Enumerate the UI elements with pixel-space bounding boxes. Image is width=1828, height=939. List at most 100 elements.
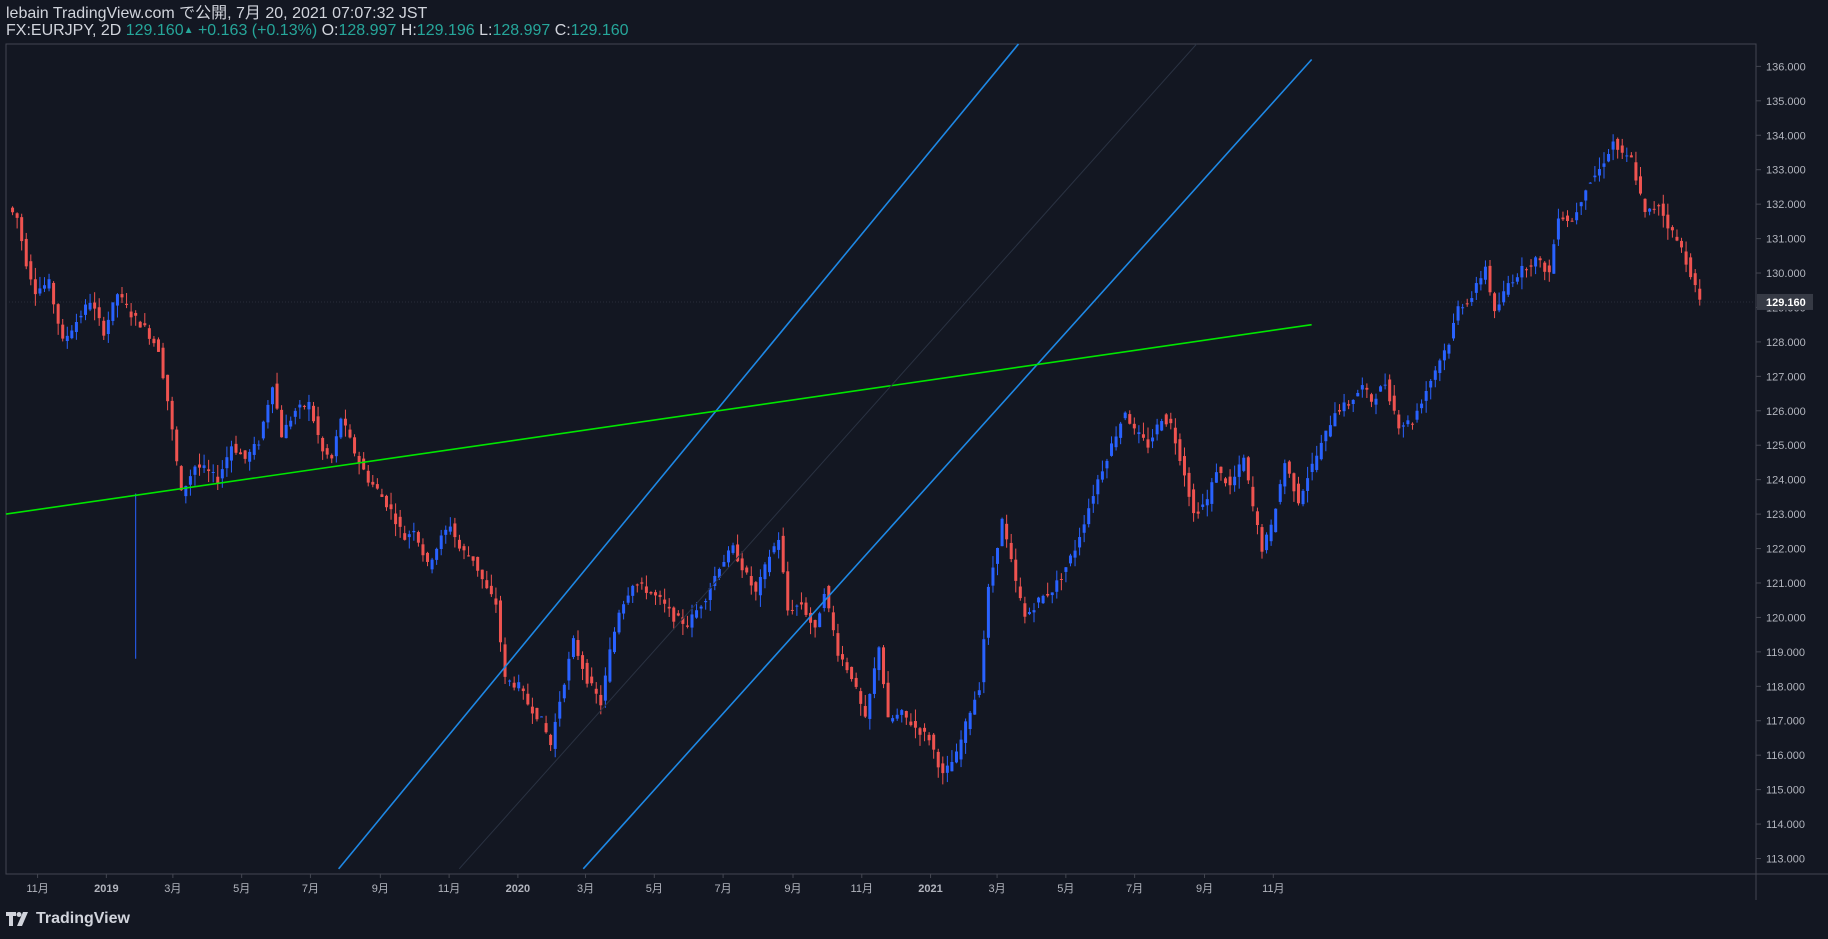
- tradingview-logo-icon: [6, 912, 28, 926]
- candle-body: [1274, 508, 1278, 533]
- candle-body: [316, 416, 320, 436]
- candle-body: [1670, 227, 1674, 231]
- candle-body: [188, 476, 192, 485]
- candle-body: [448, 526, 452, 532]
- candle-body: [676, 613, 680, 616]
- candle-body: [1420, 403, 1424, 409]
- candle-body: [1219, 466, 1223, 474]
- candle-body: [280, 409, 284, 438]
- candle-body: [1105, 460, 1109, 469]
- candle-body: [1689, 257, 1693, 278]
- candle-body: [512, 682, 516, 688]
- candle-body: [312, 405, 316, 422]
- candle-body: [977, 690, 981, 696]
- candle-body: [631, 585, 635, 596]
- candle-body: [24, 238, 28, 267]
- candle-body: [530, 706, 534, 714]
- candle-body: [1338, 410, 1342, 412]
- candle-body: [1009, 542, 1013, 560]
- candle-body: [1068, 555, 1072, 564]
- candle-body: [1000, 518, 1004, 547]
- candle-body: [489, 585, 493, 595]
- candle-body: [1684, 251, 1688, 265]
- candle-body: [603, 675, 607, 701]
- candle-body: [156, 339, 160, 352]
- candle-body: [722, 561, 726, 567]
- candle-body: [88, 302, 92, 310]
- candle-body: [485, 580, 489, 589]
- candle-body: [617, 612, 621, 633]
- price-tick-label: 132.000: [1766, 199, 1806, 211]
- candle-body: [1151, 437, 1155, 442]
- candle-body: [1497, 304, 1501, 311]
- candle-body: [339, 418, 343, 438]
- candle-body: [1091, 496, 1095, 504]
- candle-body: [1593, 175, 1597, 178]
- candle-body: [1278, 484, 1282, 502]
- candle-body: [991, 567, 995, 586]
- candle-body: [690, 614, 694, 628]
- candle-body: [170, 400, 174, 430]
- time-tick-label: 3月: [164, 883, 181, 895]
- candle-body: [553, 721, 557, 749]
- price-chart[interactable]: 113.000 114.000 115.000 116.000 117.000 118.0…: [0, 0, 1828, 939]
- candle-body: [289, 420, 293, 427]
- candle-body: [1629, 155, 1633, 158]
- candle-body: [1315, 455, 1319, 470]
- candle-body: [1055, 580, 1059, 592]
- candle-body: [608, 649, 612, 682]
- candle-body: [138, 321, 142, 328]
- candle-body: [1680, 240, 1684, 248]
- candle-body: [270, 387, 274, 405]
- candle-body: [1041, 595, 1045, 604]
- time-tick-label: 11月: [1262, 883, 1284, 895]
- candle-body: [403, 533, 407, 540]
- candle-body: [508, 680, 512, 682]
- candle-body: [1616, 138, 1620, 150]
- candle-body: [1155, 424, 1159, 435]
- candle-body: [1110, 443, 1114, 456]
- candle-body: [389, 504, 393, 510]
- candle-body: [927, 734, 931, 741]
- candle-body: [763, 564, 767, 580]
- candle-body: [1096, 479, 1100, 495]
- candle-body: [1037, 597, 1041, 603]
- brand-name: TradingView: [36, 910, 130, 927]
- candle-body: [125, 303, 129, 305]
- time-tick-label: 11月: [438, 883, 460, 895]
- price-tick-label: 116.000: [1766, 750, 1805, 762]
- candle-body: [229, 446, 233, 461]
- candle-body: [1059, 579, 1063, 581]
- candle-body: [968, 712, 972, 730]
- candle-body: [166, 374, 170, 402]
- candle-body: [1470, 298, 1474, 302]
- candle-body: [1187, 472, 1191, 497]
- candle-body: [1429, 380, 1433, 388]
- candle-body: [804, 602, 808, 615]
- time-tick-label: 7月: [1126, 883, 1143, 895]
- candle-body: [882, 647, 886, 685]
- candle-body: [302, 405, 306, 407]
- candle-body: [120, 294, 124, 298]
- candle-body: [416, 532, 420, 543]
- candle-body: [503, 644, 507, 677]
- candle-body: [97, 307, 101, 319]
- candle-body: [790, 609, 794, 611]
- price-tick-label: 133.000: [1766, 165, 1806, 177]
- candle-body: [1406, 420, 1410, 425]
- candle-body: [394, 513, 398, 525]
- price-tick-label: 135.000: [1766, 96, 1806, 108]
- candle-body: [1447, 344, 1451, 354]
- candle-body: [334, 436, 338, 457]
- time-tick-label: 9月: [372, 883, 389, 895]
- candle-body: [371, 481, 375, 485]
- candle-body: [877, 647, 881, 671]
- candle-body: [1433, 370, 1437, 380]
- price-tag-label: 129.160: [1766, 297, 1806, 309]
- tradingview-brand[interactable]: TradingView: [6, 910, 130, 928]
- candle-body: [996, 547, 1000, 564]
- candle-body: [362, 458, 366, 470]
- candle-body: [307, 401, 311, 410]
- candle-body: [612, 631, 616, 653]
- candle-body: [1333, 413, 1337, 427]
